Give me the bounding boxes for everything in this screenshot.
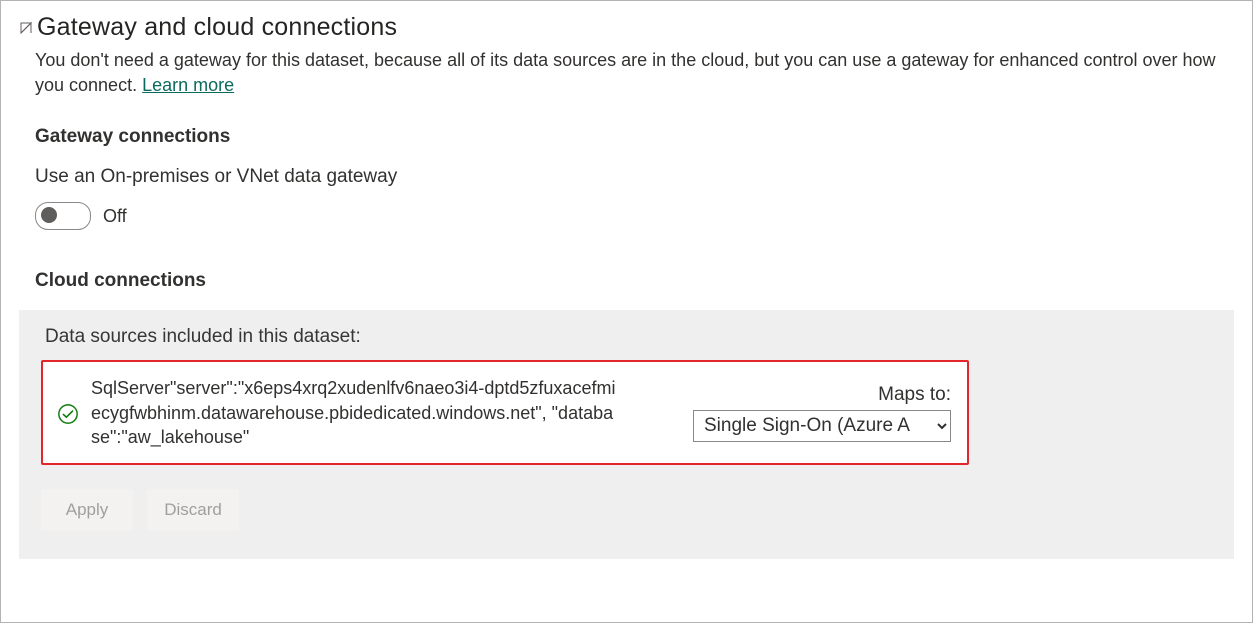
apply-button[interactable]: Apply	[41, 489, 133, 531]
gateway-cloud-connections-panel: Gateway and cloud connections You don't …	[0, 0, 1253, 623]
action-buttons: Apply Discard	[41, 489, 1216, 531]
maps-to-select[interactable]: Single Sign-On (Azure A	[693, 410, 951, 442]
learn-more-link[interactable]: Learn more	[142, 75, 234, 95]
gateway-toggle-label: Use an On-premises or VNet data gateway	[35, 166, 1234, 188]
maps-to-label: Maps to:	[878, 384, 951, 406]
maps-to-column: Maps to: Single Sign-On (Azure A	[693, 384, 951, 442]
success-check-icon	[57, 403, 79, 425]
datasources-heading: Data sources included in this dataset:	[45, 326, 1216, 348]
discard-button[interactable]: Discard	[147, 489, 239, 531]
gateway-toggle[interactable]	[35, 202, 91, 230]
gateway-toggle-state: Off	[103, 206, 127, 227]
section-header[interactable]: Gateway and cloud connections	[19, 13, 1234, 42]
datasource-text: SqlServer"server":"x6eps4xrq2xudenlfv6na…	[91, 376, 621, 449]
section-title: Gateway and cloud connections	[37, 13, 397, 42]
collapse-triangle-icon[interactable]	[19, 21, 33, 35]
cloud-connections-heading: Cloud connections	[35, 270, 1234, 292]
section-description: You don't need a gateway for this datase…	[35, 48, 1234, 98]
datasource-row: SqlServer"server":"x6eps4xrq2xudenlfv6na…	[43, 362, 967, 463]
gateway-toggle-row: Off	[35, 202, 1234, 230]
cloud-connections-panel: Data sources included in this dataset: S…	[19, 310, 1234, 559]
toggle-thumb	[41, 207, 57, 223]
gateway-toggle-block: Use an On-premises or VNet data gateway …	[35, 166, 1234, 230]
gateway-connections-heading: Gateway connections	[35, 126, 1234, 148]
datasource-highlight: SqlServer"server":"x6eps4xrq2xudenlfv6na…	[41, 360, 969, 465]
